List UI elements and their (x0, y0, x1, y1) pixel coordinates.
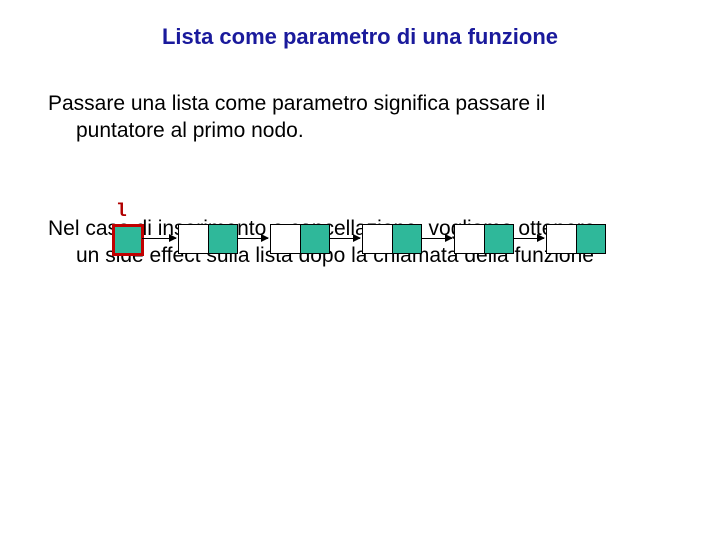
pointer-label: l (116, 202, 127, 222)
node-data (179, 225, 209, 253)
list-node (454, 224, 514, 254)
pointer-arrow (422, 238, 452, 239)
list-node (270, 224, 330, 254)
node-next (577, 225, 606, 253)
para1-line2: puntatore al primo nodo. (48, 117, 672, 144)
list-node (178, 224, 238, 254)
pointer-arrow (142, 238, 176, 239)
pointer-arrow (330, 238, 360, 239)
node-data (547, 225, 577, 253)
pointer-arrow (238, 238, 268, 239)
node-data (271, 225, 301, 253)
pointer-arrow (514, 238, 544, 239)
node-next (393, 225, 422, 253)
node-data (363, 225, 393, 253)
node-next (209, 225, 238, 253)
list-node (362, 224, 422, 254)
list-head-pointer (112, 224, 144, 256)
para1-line1: Passare una lista come parametro signifi… (48, 92, 545, 115)
list-node (546, 224, 606, 254)
paragraph-1: Passare una lista come parametro signifi… (0, 90, 720, 145)
slide-title: Lista come parametro di una funzione (0, 0, 720, 50)
linked-list-diagram: l (100, 200, 640, 270)
node-data (455, 225, 485, 253)
node-next (301, 225, 330, 253)
node-next (485, 225, 514, 253)
